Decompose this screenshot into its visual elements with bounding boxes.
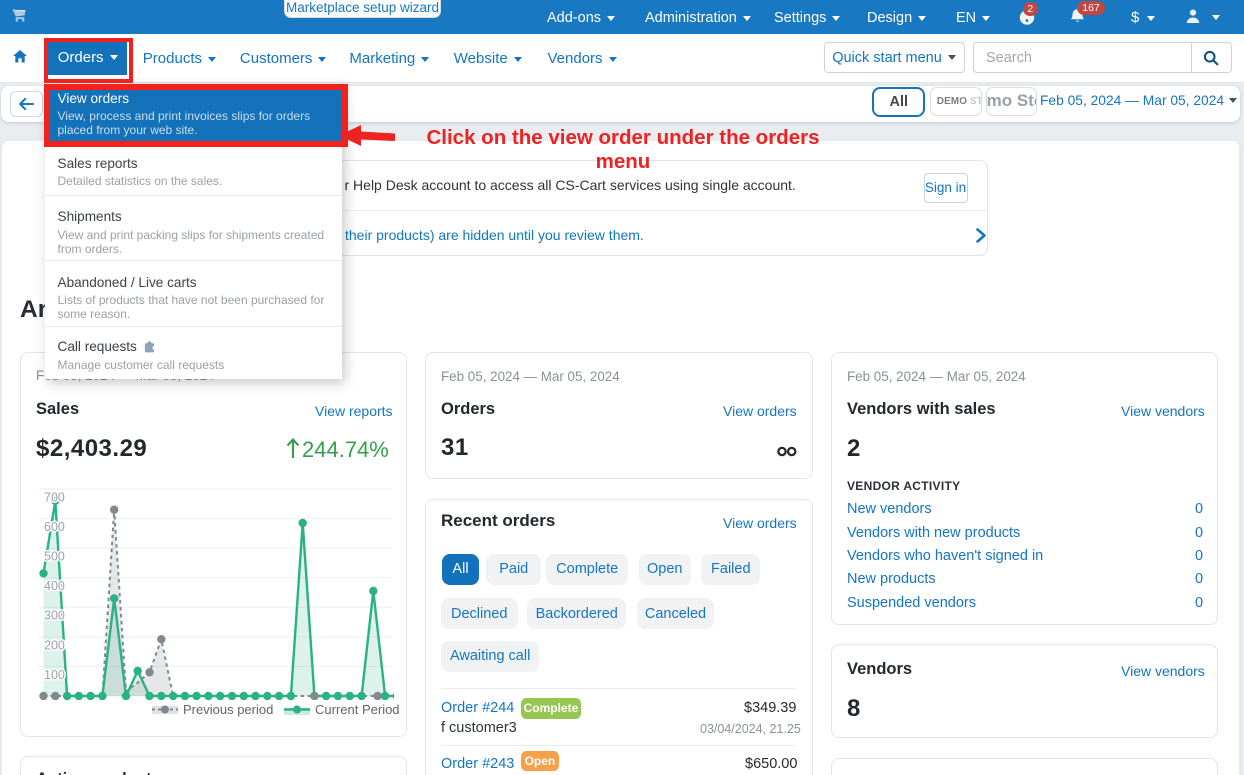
- svg-text:600: 600: [44, 520, 65, 534]
- svg-text:400: 400: [44, 579, 65, 593]
- svg-text:700: 700: [44, 491, 65, 505]
- svg-text:300: 300: [44, 609, 65, 623]
- svg-text:100: 100: [44, 668, 65, 682]
- svg-text:200: 200: [44, 638, 65, 652]
- svg-text:500: 500: [44, 550, 65, 564]
